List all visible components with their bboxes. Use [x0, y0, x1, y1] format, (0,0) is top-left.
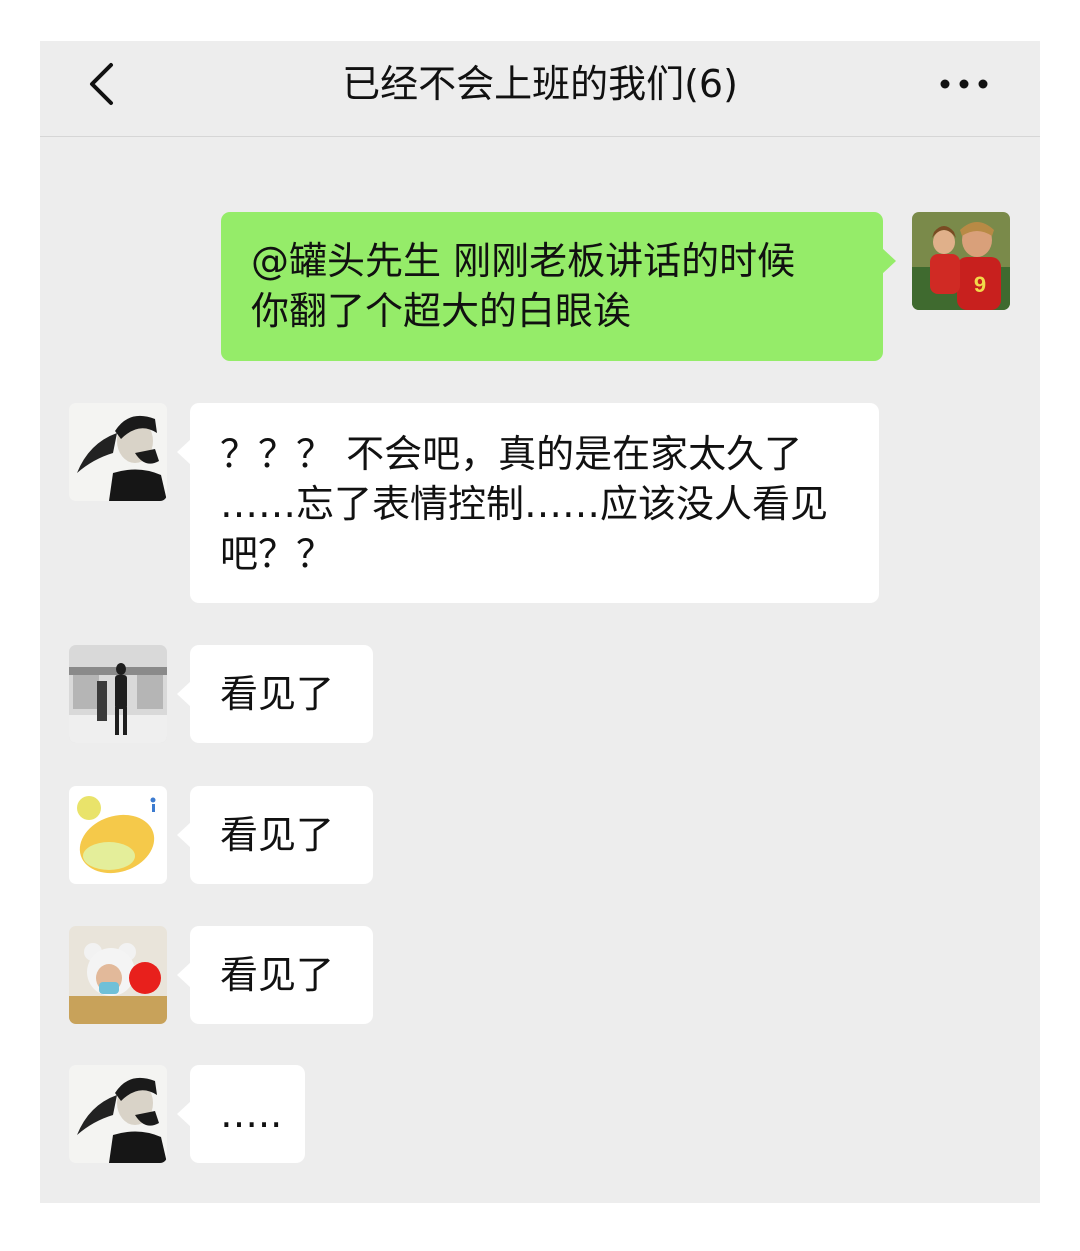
member-avatar[interactable]	[69, 403, 167, 501]
message-text-line: 吧？？	[220, 532, 335, 576]
member-avatar[interactable]	[69, 926, 167, 1024]
message-text-line: 看见了	[220, 953, 335, 997]
message-text-line: 看见了	[220, 813, 335, 857]
more-dots-icon	[940, 79, 988, 89]
message-bubble-incoming[interactable]: 看见了	[177, 786, 373, 884]
chat-title: 已经不会上班的我们(6)	[342, 62, 738, 106]
back-button[interactable]	[80, 59, 130, 109]
message-text-line: …..	[220, 1092, 283, 1136]
member-avatar[interactable]	[69, 645, 167, 743]
message-bubble-outgoing[interactable]: @罐头先生 刚刚老板讲话的时候 你翻了个超大的白眼诶	[221, 212, 896, 361]
svg-text:9: 9	[974, 272, 986, 297]
member-avatar[interactable]	[69, 1065, 167, 1163]
message-text-line: ……忘了表情控制……应该没人看见	[220, 482, 829, 526]
message-bubble-incoming[interactable]: 看见了	[177, 645, 373, 743]
chevron-left-icon	[90, 63, 113, 105]
self-avatar[interactable]: 9	[912, 212, 1010, 310]
message-text-line: 看见了	[220, 672, 335, 716]
nav-bar: 已经不会上班的我们(6)	[40, 41, 1040, 137]
message-text-line: 你翻了个超大的白眼诶	[251, 289, 632, 333]
message-text-line: @罐头先生 刚刚老板讲话的时候	[251, 239, 796, 283]
message-bubble-incoming[interactable]: ？？？ 不会吧，真的是在家太久了 ……忘了表情控制……应该没人看见 吧？？	[177, 403, 879, 603]
message-text-line: ？？？ 不会吧，真的是在家太久了	[220, 432, 803, 476]
more-options-button[interactable]	[935, 66, 995, 102]
chat-window: 已经不会上班的我们(6) @罐头先生 刚刚老板讲话的时候 你翻了个超大的白眼诶 …	[40, 41, 1040, 1203]
message-bubble-incoming[interactable]: 看见了	[177, 926, 373, 1024]
message-bubble-incoming[interactable]: …..	[177, 1065, 305, 1163]
member-avatar[interactable]	[69, 786, 167, 884]
